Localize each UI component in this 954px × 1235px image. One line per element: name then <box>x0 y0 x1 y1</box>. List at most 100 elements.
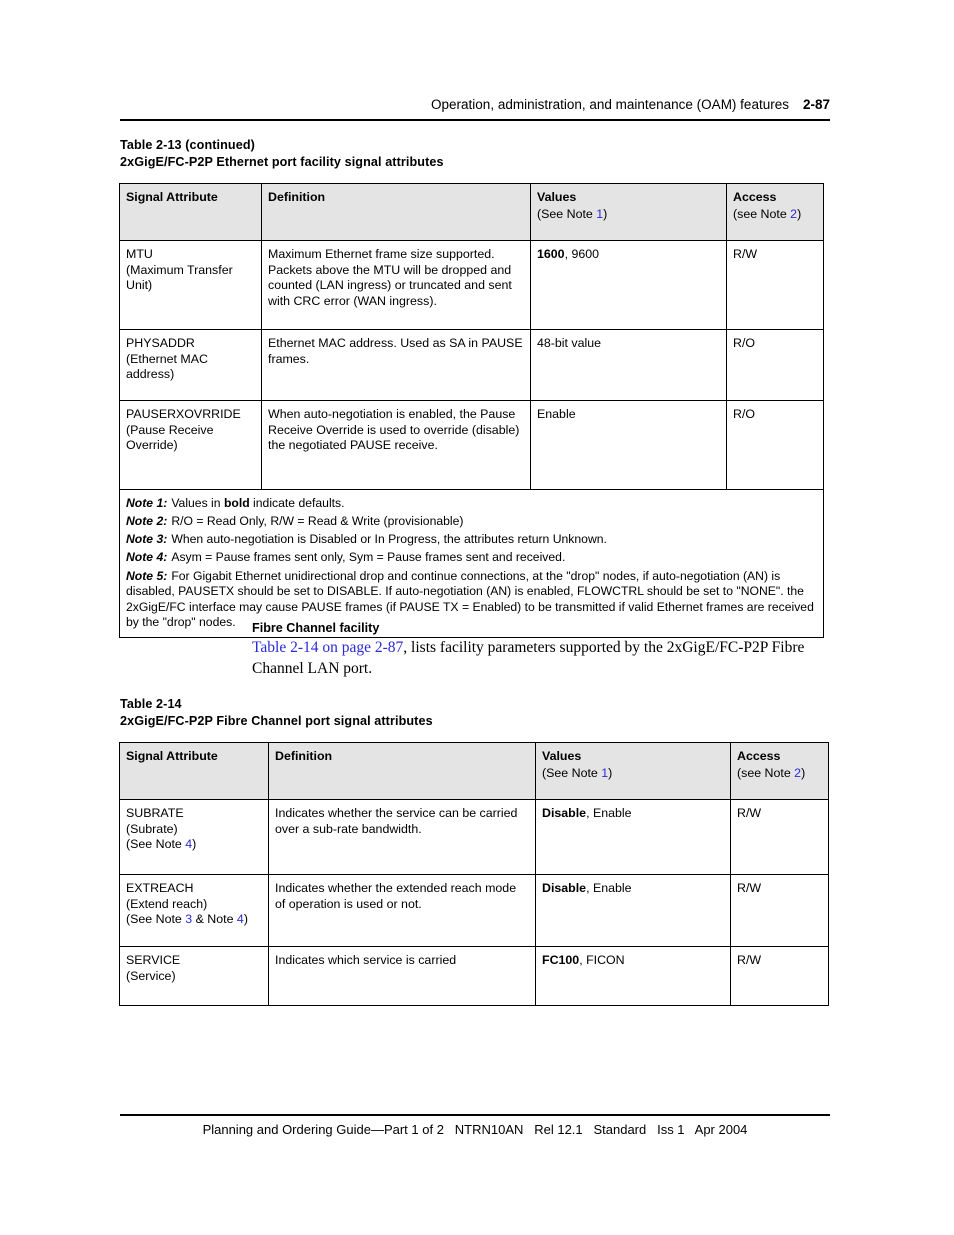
cell-access: R/O <box>726 329 824 402</box>
column-label: Signal Attribute <box>126 190 218 204</box>
cell-values: Disable, Enable <box>535 874 731 948</box>
attribute-name: PAUSERXOVRRIDE <box>126 407 241 422</box>
cell-definition: Maximum Ethernet frame size supported. P… <box>261 240 531 331</box>
table-1-caption-line2: 2xGigE/FC-P2P Ethernet port facility sig… <box>120 155 444 169</box>
table-row: PHYSADDR (Ethernet MAC address) Ethernet… <box>119 329 824 402</box>
attribute-name: SUBRATE <box>126 806 184 821</box>
cell-access: R/W <box>730 874 829 948</box>
default-value: 1600 <box>537 247 565 262</box>
table-1-caption: Table 2-13 (continued) 2xGigE/FC-P2P Eth… <box>120 137 444 171</box>
attribute-name: SERVICE <box>126 953 181 968</box>
other-values: Enable <box>537 407 576 422</box>
cell-access: R/W <box>730 946 829 1007</box>
table-1-caption-line1: Table 2-13 (continued) <box>120 138 255 152</box>
table-2-14-cross-reference-link[interactable]: Table 2-14 on page 2-87 <box>252 639 403 656</box>
cell-access: R/W <box>726 240 824 331</box>
table-row: SERVICE (Service) Indicates which servic… <box>119 946 829 1007</box>
attribute-desc: Unit) <box>126 278 153 293</box>
note-item: Note 4: Asym = Pause frames sent only, Sy… <box>126 550 566 565</box>
note-label: Note 4: <box>126 550 168 565</box>
column-label: Definition <box>275 749 333 763</box>
table-2-col-definition: Definition <box>268 741 536 801</box>
fibre-channel-port-signal-attributes-table: Signal Attribute Definition Values (See … <box>119 741 829 1007</box>
attribute-desc: (Extend reach) <box>126 896 208 911</box>
column-label: Definition <box>268 190 326 204</box>
cell-attribute: SERVICE (Service) <box>119 946 269 1007</box>
default-value: FC100 <box>542 953 580 968</box>
note-label: Note 3: <box>126 532 168 547</box>
table-row: MTU (Maximum Transfer Unit) Maximum Ethe… <box>119 240 824 331</box>
cell-access: R/W <box>730 799 829 876</box>
attribute-name: MTU <box>126 247 153 262</box>
attribute-name: EXTREACH <box>126 881 194 896</box>
fibre-channel-facility-paragraph: Table 2-14 on page 2-87, lists facility … <box>252 638 822 679</box>
column-subnote: (see Note 2) <box>737 765 806 780</box>
table-2-col-signal-attribute: Signal Attribute <box>119 741 269 801</box>
other-values: , 9600 <box>564 247 600 262</box>
document-page: Operation, administration, and maintenan… <box>0 0 954 1235</box>
attribute-desc: (Maximum Transfer <box>126 262 233 277</box>
note-item: Note 1: Values in bold indicate defaults. <box>126 496 345 511</box>
note-label: Note 1: <box>126 496 168 511</box>
note-label: Note 2: <box>126 514 168 529</box>
column-label: Access <box>737 749 781 763</box>
cell-definition: Indicates whether the extended reach mod… <box>268 874 536 948</box>
cell-values: Disable, Enable <box>535 799 731 876</box>
running-header: Operation, administration, and maintenan… <box>120 97 830 112</box>
attribute-desc: (Ethernet MAC <box>126 351 208 366</box>
table-2-caption: Table 2-14 2xGigE/FC-P2P Fibre Channel p… <box>120 696 433 730</box>
attribute-name: PHYSADDR <box>126 336 195 351</box>
cell-definition: When auto-negotiation is enabled, the Pa… <box>261 400 531 491</box>
attribute-desc: address) <box>126 367 175 382</box>
table-2-caption-line1: Table 2-14 <box>120 697 182 711</box>
note-link-4[interactable]: 4 <box>237 912 244 926</box>
table-1-col-access: Access (see Note 2) <box>726 182 824 242</box>
attribute-desc: Override) <box>126 438 178 453</box>
table-notes-row: Note 1: Values in bold indicate defaults.… <box>119 489 824 638</box>
table-2-header-row: Signal Attribute Definition Values (See … <box>119 741 829 801</box>
fibre-channel-facility-block: Fibre Channel facility Table 2-14 on pag… <box>252 620 822 679</box>
table-2-col-access: Access (see Note 2) <box>730 741 829 801</box>
column-subnote: (See Note 1) <box>542 765 613 780</box>
note-label: Note 5: <box>126 568 168 583</box>
note-item: Note 2: R/O = Read Only, R/W = Read & Wri… <box>126 514 464 529</box>
table-1-col-definition: Definition <box>261 182 531 242</box>
header-title: Operation, administration, and maintenan… <box>431 97 789 112</box>
attribute-desc: (Subrate) <box>126 821 178 836</box>
table-1-notes: Note 1: Values in bold indicate defaults.… <box>119 489 824 638</box>
cell-definition: Ethernet MAC address. Used as SA in PAUS… <box>261 329 531 402</box>
attribute-note-ref: (See Note 4) <box>126 837 197 852</box>
column-label: Signal Attribute <box>126 749 218 763</box>
footer-text: Planning and Ordering Guide—Part 1 of 2 … <box>202 1122 748 1137</box>
table-1-col-values: Values (See Note 1) <box>530 182 727 242</box>
header-page-number: 2-87 <box>802 97 830 112</box>
attribute-note-ref: (See Note 3 & Note 4) <box>126 912 248 927</box>
other-values: , FICON <box>579 953 625 968</box>
cell-access: R/O <box>726 400 824 491</box>
note-item: Note 3: When auto-negotiation is Disabled… <box>126 532 607 547</box>
ethernet-port-facility-signal-attributes-table: Signal Attribute Definition Values (See … <box>119 182 824 638</box>
table-row: PAUSERXOVRRIDE (Pause Receive Override) … <box>119 400 824 491</box>
column-subnote: (See Note 1) <box>537 206 608 221</box>
cell-attribute: PAUSERXOVRRIDE (Pause Receive Override) <box>119 400 262 491</box>
cell-attribute: MTU (Maximum Transfer Unit) <box>119 240 262 331</box>
other-values: 48-bit value <box>537 336 602 351</box>
cell-attribute: EXTREACH (Extend reach) (See Note 3 & No… <box>119 874 269 948</box>
column-label: Values <box>542 749 582 763</box>
cell-values: 1600, 9600 <box>530 240 727 331</box>
cell-attribute: PHYSADDR (Ethernet MAC address) <box>119 329 262 402</box>
table-row: EXTREACH (Extend reach) (See Note 3 & No… <box>119 874 829 948</box>
cell-values: FC100, FICON <box>535 946 731 1007</box>
other-values: , Enable <box>586 806 632 821</box>
cell-values: 48-bit value <box>530 329 727 402</box>
footer-divider-rule <box>120 1114 830 1116</box>
fibre-channel-facility-heading: Fibre Channel facility <box>252 621 380 635</box>
table-2-caption-line2: 2xGigE/FC-P2P Fibre Channel port signal … <box>120 714 433 728</box>
table-1-header-row: Signal Attribute Definition Values (See … <box>119 182 824 242</box>
column-subnote: (see Note 2) <box>733 206 802 221</box>
cell-definition: Indicates which service is carried <box>268 946 536 1007</box>
column-label: Access <box>733 190 777 204</box>
other-values: , Enable <box>586 881 632 896</box>
attribute-desc: (Service) <box>126 968 176 983</box>
cell-values: Enable <box>530 400 727 491</box>
